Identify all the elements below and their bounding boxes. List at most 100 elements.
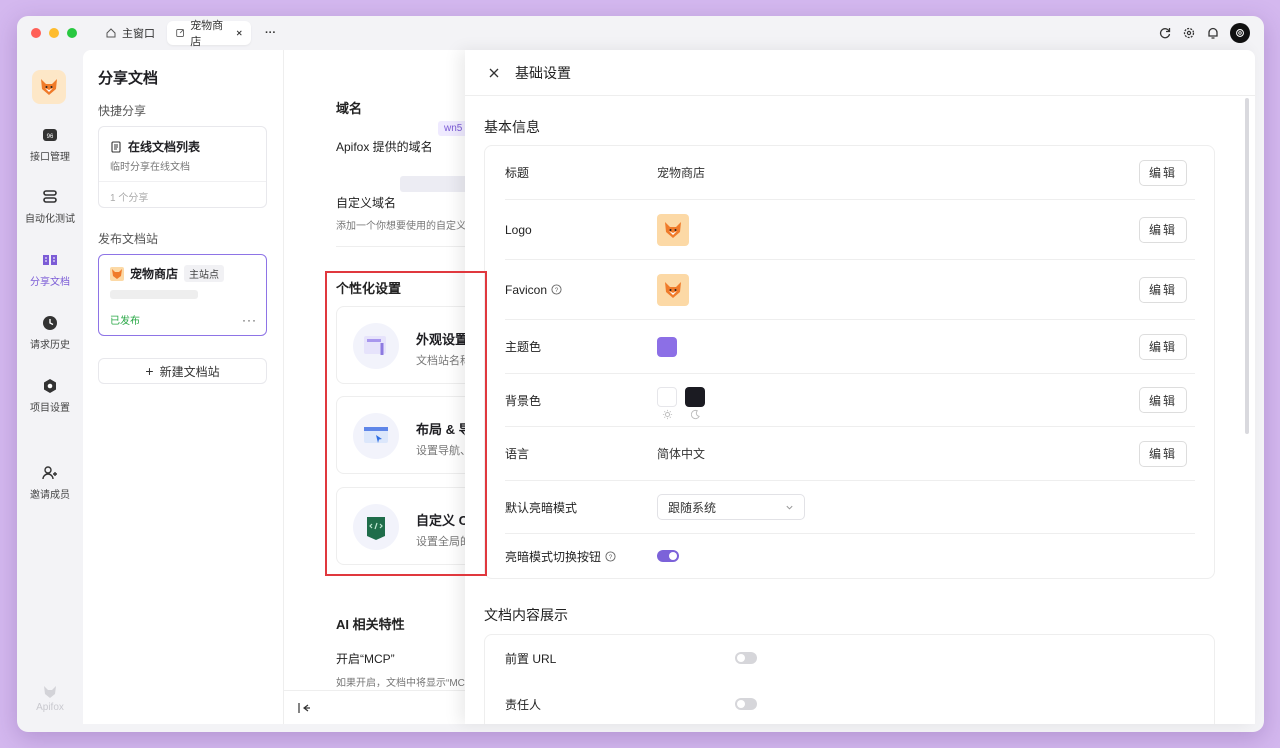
row-label: 主题色 bbox=[505, 340, 542, 354]
switch-label-text: 亮暗模式切换按钮 bbox=[505, 549, 602, 564]
edit-language-button[interactable]: 编辑 bbox=[1139, 440, 1187, 467]
tab-main-window[interactable]: 主窗口 bbox=[97, 21, 163, 45]
domain-heading: 域名 bbox=[336, 101, 363, 116]
default-mode-select[interactable]: 跟随系统 bbox=[657, 494, 805, 520]
setting-row-prefix-url: 前置 URL bbox=[505, 635, 1195, 681]
close-icon[interactable] bbox=[235, 28, 243, 38]
edit-bg-button[interactable]: 编辑 bbox=[1139, 387, 1187, 413]
nav-item-invite[interactable]: 邀请成员 bbox=[17, 464, 83, 501]
nav-item-project-settings[interactable]: 项目设置 bbox=[17, 377, 83, 414]
edit-theme-button[interactable]: 编辑 bbox=[1139, 333, 1187, 360]
edit-title-button[interactable]: 编辑 bbox=[1139, 159, 1187, 186]
mcp-hint: 如果开启，文档中将显示“MC bbox=[336, 678, 465, 689]
gear-icon bbox=[44, 379, 56, 393]
share-count: 1 个分享 bbox=[99, 181, 266, 207]
row-label: 标题 bbox=[505, 166, 530, 180]
collapse-left-icon[interactable] bbox=[297, 701, 311, 715]
basic-info-heading: 基本信息 bbox=[484, 119, 540, 135]
fox-logo-icon bbox=[665, 221, 681, 238]
project-logo[interactable] bbox=[32, 70, 66, 104]
bell-icon[interactable] bbox=[1206, 26, 1220, 40]
drawer-title: 基础设置 bbox=[515, 64, 571, 81]
setting-row-favicon: Favicon ? 编辑 bbox=[505, 260, 1195, 320]
row-label: 前置 URL bbox=[505, 651, 557, 666]
brand-label: Apifox bbox=[36, 702, 64, 713]
custom-code-card[interactable]: 自定义 C 设置全局的 bbox=[336, 487, 465, 565]
custom-domain-hint: 添加一个你想要使用的自定义 bbox=[336, 221, 465, 232]
window-controls bbox=[31, 28, 77, 38]
row-label: Favicon ? bbox=[505, 283, 562, 297]
site-title: 宠物商店 主站点 bbox=[110, 265, 225, 282]
language-value: 简体中文 bbox=[657, 447, 706, 461]
setting-row-title: 标题 宠物商店 编辑 bbox=[505, 146, 1195, 200]
collapse-bar bbox=[284, 690, 465, 724]
titlebar: 主窗口 宠物商店 ··· bbox=[17, 16, 1264, 50]
nav-item-auto-test[interactable]: 自动化测试 bbox=[17, 188, 83, 225]
publish-site-label: 发布文档站 bbox=[98, 232, 159, 246]
feature-subtitle: 设置全局的 bbox=[416, 536, 465, 548]
drawer-header: 基础设置 bbox=[465, 50, 1255, 96]
appearance-illustration-icon bbox=[353, 323, 399, 369]
drawer-scrollbar[interactable] bbox=[1245, 98, 1249, 434]
edit-logo-button[interactable]: 编辑 bbox=[1139, 216, 1187, 243]
nav-item-api[interactable]: 96 接口管理 bbox=[17, 126, 83, 163]
card-subtitle: 临时分享在线文档 bbox=[110, 162, 190, 173]
user-avatar[interactable] bbox=[1230, 23, 1250, 43]
tab-pet-store[interactable]: 宠物商店 bbox=[167, 20, 251, 48]
help-icon[interactable]: ? bbox=[551, 284, 562, 295]
mode-switch-toggle[interactable] bbox=[657, 550, 679, 562]
basic-info-box: 标题 宠物商店 编辑 Logo 编辑 Favicon ? 编辑 主题色 编辑 背… bbox=[484, 145, 1215, 579]
site-more-button[interactable]: ··· bbox=[242, 313, 257, 327]
logo-image bbox=[657, 213, 689, 246]
custom-domain-input[interactable] bbox=[400, 176, 465, 192]
settings-icon[interactable] bbox=[1182, 26, 1196, 40]
personalization-heading: 个性化设置 bbox=[336, 281, 402, 296]
theme-color-swatch bbox=[657, 336, 677, 357]
minimize-window-button[interactable] bbox=[49, 28, 59, 38]
dark-bg-swatch bbox=[685, 387, 705, 407]
title-value: 宠物商店 bbox=[657, 166, 706, 180]
nav-label: 邀请成员 bbox=[30, 490, 70, 501]
layout-nav-card[interactable]: 布局 & 导 设置导航、 bbox=[336, 396, 465, 474]
external-doc-icon bbox=[176, 29, 184, 37]
close-window-button[interactable] bbox=[31, 28, 41, 38]
nav-item-history[interactable]: 请求历史 bbox=[17, 314, 83, 351]
prefix-url-toggle[interactable] bbox=[735, 652, 757, 664]
row-label: 语言 bbox=[505, 447, 530, 461]
appearance-settings-card[interactable]: 外观设置 文档站名称 bbox=[336, 306, 465, 384]
close-icon[interactable] bbox=[487, 66, 501, 80]
brand-footer: Apifox bbox=[17, 682, 83, 713]
status-badge: 已发布 bbox=[110, 316, 140, 327]
user-add-icon bbox=[42, 466, 57, 480]
svg-text:96: 96 bbox=[47, 134, 54, 140]
row-label: 默认亮暗模式 bbox=[505, 500, 578, 515]
blurred-url bbox=[110, 290, 198, 299]
help-icon[interactable]: ? bbox=[605, 550, 616, 562]
custom-domain-label: 自定义域名 bbox=[336, 196, 397, 210]
edit-favicon-button[interactable]: 编辑 bbox=[1139, 276, 1187, 303]
mode-value: 跟随系统 bbox=[657, 494, 805, 520]
card-title: 在线文档列表 bbox=[110, 138, 200, 155]
new-site-button[interactable]: + 新建文档站 bbox=[98, 358, 267, 384]
light-bg-swatch bbox=[657, 387, 677, 407]
online-docs-card[interactable]: 在线文档列表 临时分享在线文档 1 个分享 bbox=[98, 126, 267, 208]
feature-subtitle: 文档站名称 bbox=[416, 355, 465, 367]
titlebar-actions bbox=[1158, 23, 1250, 43]
nav-label: 请求历史 bbox=[30, 340, 70, 351]
openai-logo-icon bbox=[1236, 29, 1244, 37]
owner-value bbox=[735, 698, 757, 710]
svg-text:?: ? bbox=[555, 287, 559, 294]
maximize-window-button[interactable] bbox=[67, 28, 77, 38]
refresh-icon[interactable] bbox=[1158, 26, 1172, 40]
site-card-pet-store[interactable]: 宠物商店 主站点 已发布 ··· bbox=[98, 254, 267, 336]
mcp-label: 开启“MCP” bbox=[336, 652, 395, 666]
home-icon bbox=[106, 28, 116, 38]
main-site-badge: 主站点 bbox=[184, 265, 225, 282]
left-navigation: 96 接口管理 自动化测试 分享文档 请求历史 项目设置 邀请成员 Apifox bbox=[17, 50, 83, 732]
book-icon bbox=[43, 255, 57, 265]
more-tabs-button[interactable]: ··· bbox=[257, 21, 284, 45]
owner-toggle[interactable] bbox=[735, 698, 757, 710]
nav-item-share-docs[interactable]: 分享文档 bbox=[17, 251, 83, 288]
moon-icon bbox=[690, 409, 700, 420]
app-window: 主窗口 宠物商店 ··· 96 接口管理 自动化测试 分享文档 请求历史 项目设… bbox=[17, 16, 1264, 732]
